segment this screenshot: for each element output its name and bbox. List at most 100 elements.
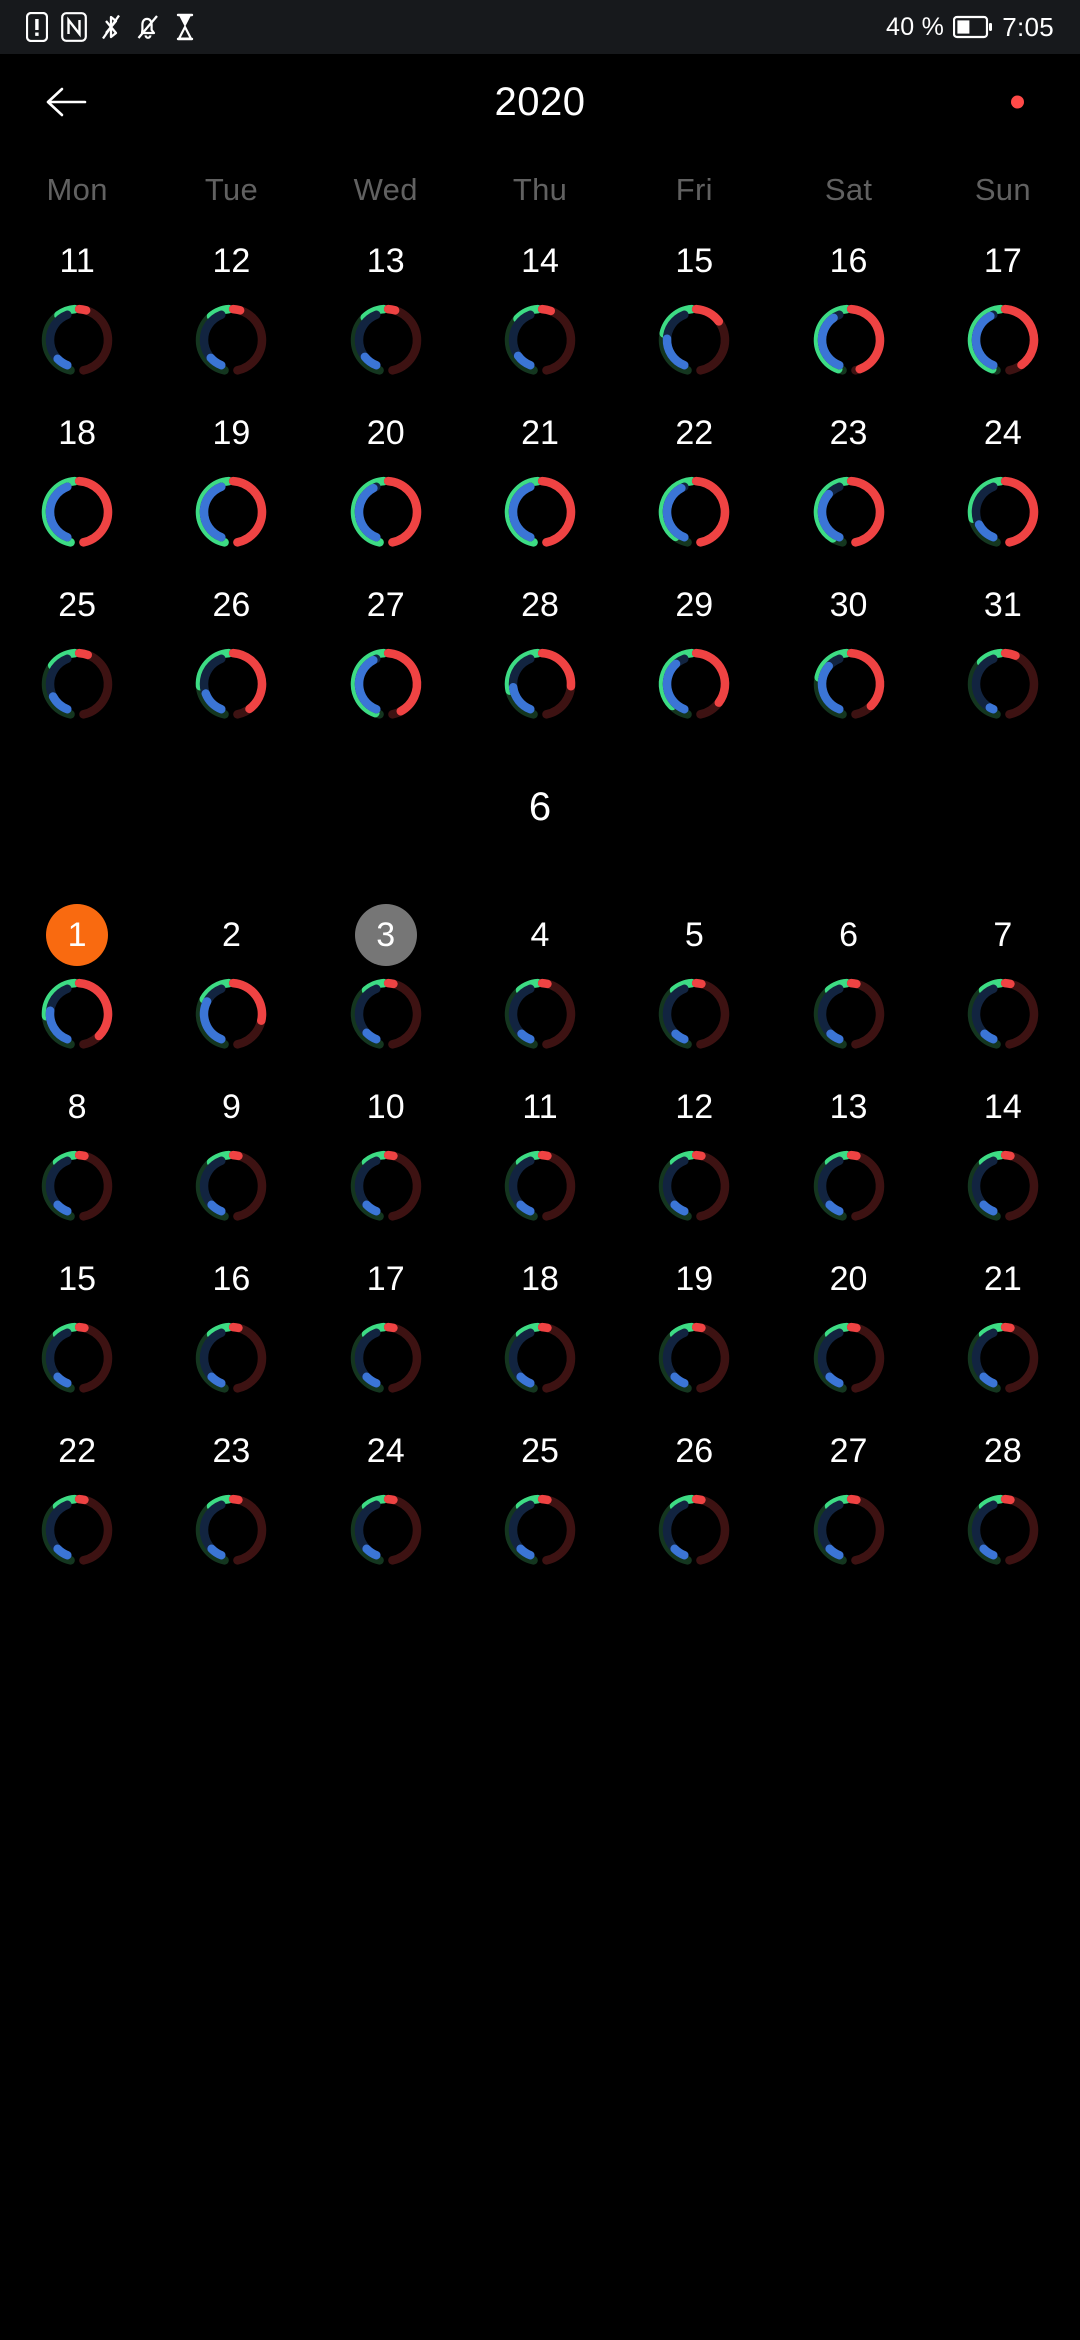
day-number: 22 <box>675 414 714 452</box>
calendar-day-cell[interactable]: 18 <box>463 1234 617 1406</box>
calendar-day-cell[interactable]: 17 <box>309 1234 463 1406</box>
ring-red-fill <box>692 476 730 547</box>
calendar-day-cell[interactable]: 18 <box>0 388 154 560</box>
calendar-day-cell[interactable]: 17 <box>926 216 1080 388</box>
day-number: 10 <box>366 1088 405 1126</box>
red-dot-icon[interactable] <box>1011 95 1024 109</box>
ring-red-track <box>229 304 267 375</box>
calendar-day-cell[interactable]: 25 <box>463 1406 617 1578</box>
activity-rings <box>504 1494 576 1565</box>
calendar-day-cell[interactable]: 1 <box>0 890 154 1062</box>
calendar-day-cell[interactable]: 27 <box>771 1406 925 1578</box>
activity-rings <box>196 476 267 547</box>
calendar-day-cell[interactable]: 5 <box>617 890 771 1062</box>
calendar-day-cell[interactable]: 7 <box>926 890 1080 1062</box>
ring-red-track <box>383 978 421 1049</box>
calendar-day-cell[interactable]: 13 <box>771 1062 925 1234</box>
calendar-day-cell[interactable]: 24 <box>926 388 1080 560</box>
back-arrow-icon <box>46 87 87 117</box>
calendar-day-cell[interactable]: 19 <box>617 1234 771 1406</box>
ring-red-fill <box>846 1494 861 1505</box>
calendar-day-cell[interactable]: 12 <box>154 216 308 388</box>
calendar-day-cell[interactable]: 26 <box>617 1406 771 1578</box>
activity-rings <box>813 476 884 547</box>
activity-rings <box>504 1150 576 1221</box>
calendar-day-cell[interactable]: 16 <box>771 216 925 388</box>
day-number: 30 <box>829 586 868 624</box>
activity-rings <box>504 304 576 375</box>
calendar-day-cell[interactable]: 22 <box>0 1406 154 1578</box>
month-separator: 6 <box>0 732 1080 882</box>
calendar-day-cell[interactable]: 21 <box>926 1234 1080 1406</box>
ring-blue-fill <box>53 1544 72 1560</box>
day-number: 28 <box>983 1432 1022 1470</box>
calendar-day-cell[interactable]: 14 <box>463 216 617 388</box>
calendar-day-cell[interactable]: 31 <box>926 560 1080 732</box>
calendar-week-row: 15 16 17 18 19 20 21 <box>0 1234 1080 1406</box>
ring-blue-fill <box>671 1029 689 1044</box>
ring-blue-fill <box>817 661 844 714</box>
weekday-label-fri: Fri <box>675 172 713 207</box>
calendar-day-cell[interactable]: 20 <box>771 1234 925 1406</box>
ring-red-fill <box>846 1150 861 1161</box>
calendar-day-cell[interactable]: 28 <box>463 560 617 732</box>
activity-rings <box>813 1494 884 1565</box>
day-number: 9 <box>221 1088 241 1126</box>
calendar-day-cell[interactable]: 19 <box>154 388 308 560</box>
calendar-day-cell[interactable]: 20 <box>309 388 463 560</box>
ring-red-track <box>846 1150 884 1221</box>
calendar-day-cell[interactable]: 26 <box>154 560 308 732</box>
calendar-day-cell[interactable]: 4 <box>463 890 617 1062</box>
activity-rings <box>196 304 267 375</box>
ring-red-fill <box>537 648 576 691</box>
calendar-day-cell[interactable]: 13 <box>309 216 463 388</box>
calendar-day-cell[interactable]: 10 <box>309 1062 463 1234</box>
ring-red-track <box>229 1150 267 1221</box>
calendar-day-cell[interactable]: 11 <box>0 216 154 388</box>
day-number: 26 <box>212 586 251 624</box>
calendar-day-cell[interactable]: 29 <box>617 560 771 732</box>
calendar-day-cell[interactable]: 12 <box>617 1062 771 1234</box>
notifications-muted-icon <box>137 15 158 39</box>
calendar-day-cell[interactable]: 27 <box>309 560 463 732</box>
ring-red-track <box>1000 978 1038 1049</box>
activity-rings <box>504 978 576 1049</box>
calendar-grid-previous-month: 11 12 13 14 15 16 17 18 19 20 21 22 23 24 25 26 27 28 29 30… <box>0 208 1080 732</box>
calendar-day-cell[interactable]: 16 <box>154 1234 308 1406</box>
activity-rings <box>967 1150 1038 1221</box>
day-number: 4 <box>530 916 550 954</box>
day-number: 14 <box>521 242 559 280</box>
day-number: 17 <box>983 242 1022 280</box>
ring-red-fill <box>383 1322 398 1333</box>
calendar-day-cell[interactable]: 24 <box>309 1406 463 1578</box>
calendar-day-cell[interactable]: 21 <box>463 388 617 560</box>
calendar-day-cell[interactable]: 23 <box>771 388 925 560</box>
hourglass-icon <box>176 13 194 41</box>
back-button[interactable] <box>28 64 104 140</box>
calendar-day-cell[interactable]: 22 <box>617 388 771 560</box>
calendar-day-cell[interactable]: 28 <box>926 1406 1080 1578</box>
calendar-day-cell[interactable]: 25 <box>0 560 154 732</box>
ring-red-fill <box>846 304 884 374</box>
ring-red-track <box>692 1150 730 1221</box>
calendar-day-cell[interactable]: 9 <box>154 1062 308 1234</box>
day-number: 2 <box>221 916 241 954</box>
calendar-day-cell[interactable]: 3 <box>309 890 463 1062</box>
calendar-day-cell[interactable]: 6 <box>771 890 925 1062</box>
ring-red-fill <box>383 1494 398 1505</box>
calendar-week-row: 11 12 13 14 15 16 17 <box>0 216 1080 388</box>
calendar-day-cell[interactable]: 2 <box>154 890 308 1062</box>
ring-blue-fill <box>354 483 381 542</box>
calendar-day-cell[interactable]: 30 <box>771 560 925 732</box>
ring-red-track <box>75 1150 113 1221</box>
calendar-day-cell[interactable]: 8 <box>0 1062 154 1234</box>
ring-blue-fill <box>516 1200 535 1216</box>
calendar-day-cell[interactable]: 15 <box>617 216 771 388</box>
calendar-day-cell[interactable]: 14 <box>926 1062 1080 1234</box>
ring-blue-fill <box>979 1544 998 1560</box>
calendar-day-cell[interactable]: 11 <box>463 1062 617 1234</box>
calendar-day-cell[interactable]: 15 <box>0 1234 154 1406</box>
calendar-day-cell[interactable]: 23 <box>154 1406 308 1578</box>
ring-blue-fill <box>206 353 226 370</box>
weekday-label-thu: Thu <box>512 172 568 207</box>
